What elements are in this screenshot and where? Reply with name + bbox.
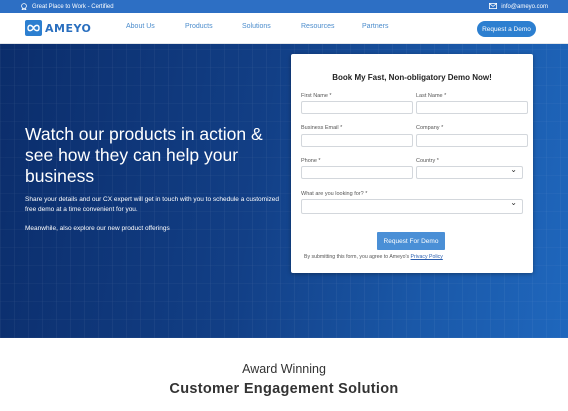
country-label: Country * [416,158,439,164]
phone-input[interactable] [301,166,413,179]
hero-description: Share your details and our CX expert wil… [25,196,279,213]
request-demo-button[interactable]: Request a Demo [477,21,536,37]
company-label: Company * [416,125,444,131]
site-header: AMEYO About Us Products Solutions Resour… [0,13,568,44]
nav-resources[interactable]: Resources [301,23,334,30]
nav-partners[interactable]: Partners [362,23,388,30]
mail-icon [489,3,498,10]
award-title: Customer Engagement Solution [169,381,399,397]
first-name-label: First Name * [301,93,332,99]
contact-email[interactable]: info@ameyo.com [489,3,548,10]
last-name-input[interactable] [416,101,528,114]
form-title: Book My Fast, Non-obligatory Demo Now! [332,73,492,82]
phone-label: Phone * [301,158,321,164]
last-name-label: Last Name * [416,93,447,99]
privacy-notice-text: By submitting this form, you agree to Am… [304,254,410,260]
looking-for-label: What are you looking for? * [301,191,368,197]
top-info-bar: Great Place to Work - Certified info@ame… [0,0,568,13]
email-link[interactable]: info@ameyo.com [501,4,548,10]
first-name-input[interactable] [301,101,413,114]
nav-products[interactable]: Products [185,23,213,30]
logo-text: AMEYO [45,21,92,35]
country-select[interactable] [416,165,523,179]
award-subtitle: Award Winning [242,362,326,376]
hero-headline: Watch our products in action & see how t… [25,124,263,186]
company-input[interactable] [416,134,528,147]
looking-for-select[interactable] [301,198,523,214]
ameyo-logo[interactable]: AMEYO [25,20,91,36]
logo-infinity-icon [25,20,42,36]
certified-text: Great Place to Work - Certified [32,3,114,10]
certification-notice: Great Place to Work - Certified [20,3,114,11]
privacy-notice: By submitting this form, you agree to Am… [304,254,443,260]
business-email-label: Business Email * [301,125,343,131]
award-badge-icon [20,3,28,11]
hero-explore-text: Meanwhile, also explore our new product … [25,225,170,232]
privacy-policy-link[interactable]: Privacy Policy [411,254,443,260]
demo-form-card: Book My Fast, Non-obligatory Demo Now! F… [291,54,533,273]
request-for-demo-button[interactable]: Request For Demo [377,232,445,250]
nav-about-us[interactable]: About Us [126,23,155,30]
nav-solutions[interactable]: Solutions [242,23,271,30]
business-email-input[interactable] [301,134,413,147]
